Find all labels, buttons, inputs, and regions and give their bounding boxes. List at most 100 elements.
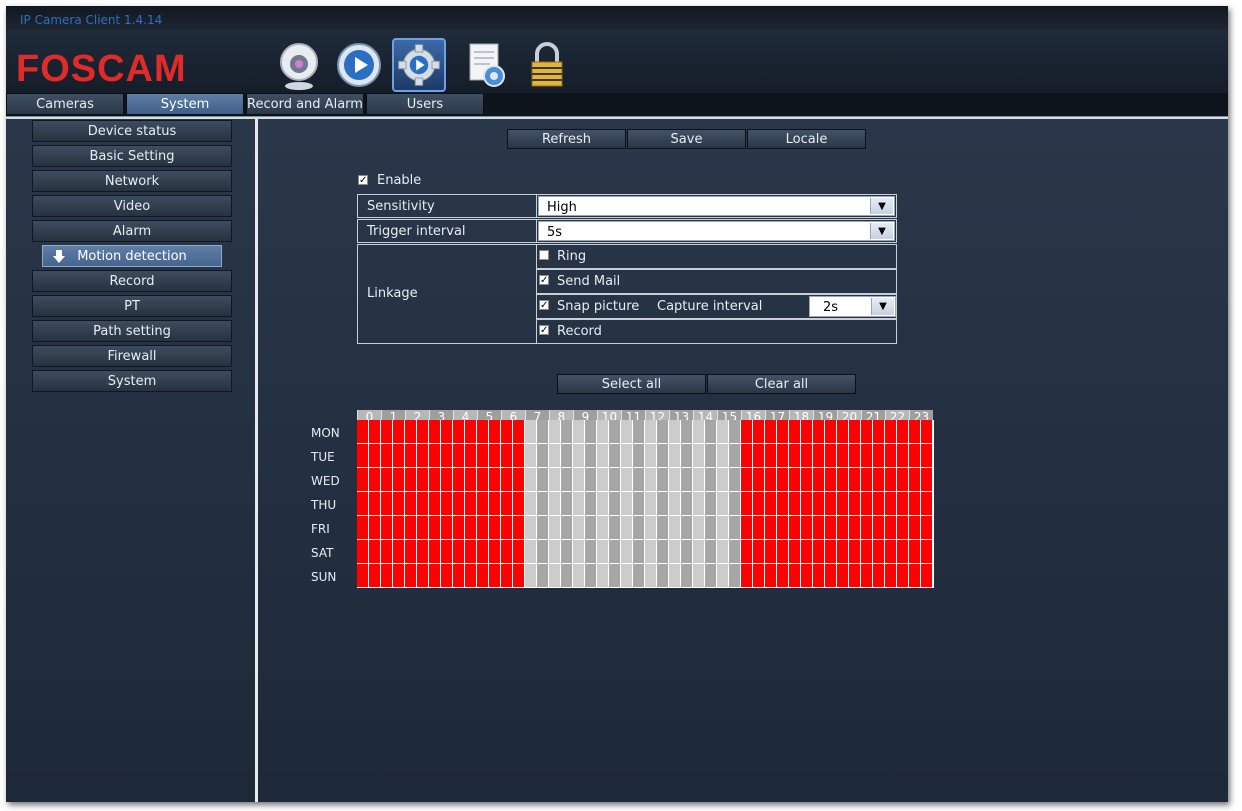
schedule-cell[interactable] xyxy=(825,444,836,467)
schedule-cell[interactable] xyxy=(693,492,704,515)
schedule-cell[interactable] xyxy=(441,516,452,539)
schedule-cell[interactable] xyxy=(405,516,416,539)
schedule-cell[interactable] xyxy=(465,540,476,563)
schedule-cell[interactable] xyxy=(489,492,500,515)
schedule-cell[interactable] xyxy=(765,540,776,563)
schedule-cell[interactable] xyxy=(525,540,536,563)
schedule-cell[interactable] xyxy=(909,444,920,467)
schedule-cell[interactable] xyxy=(573,468,584,491)
schedule-cell[interactable] xyxy=(381,444,392,467)
schedule-cell[interactable] xyxy=(441,444,452,467)
schedule-cell[interactable] xyxy=(753,564,764,587)
schedule-cell[interactable] xyxy=(645,540,656,563)
schedule-cell[interactable] xyxy=(489,468,500,491)
sidebar-item-pt[interactable]: PT xyxy=(32,295,232,317)
schedule-cell[interactable] xyxy=(861,516,872,539)
schedule-cell[interactable] xyxy=(405,492,416,515)
schedule-cell[interactable] xyxy=(441,492,452,515)
schedule-cell[interactable] xyxy=(657,444,668,467)
schedule-cell[interactable] xyxy=(741,492,752,515)
schedule-cell[interactable] xyxy=(585,420,596,443)
schedule-cell[interactable] xyxy=(477,540,488,563)
schedule-cell[interactable] xyxy=(621,564,632,587)
schedule-cell[interactable] xyxy=(873,564,884,587)
schedule-cell[interactable] xyxy=(621,516,632,539)
schedule-cell[interactable] xyxy=(537,492,548,515)
schedule-cell[interactable] xyxy=(837,564,848,587)
schedule-cell[interactable] xyxy=(453,564,464,587)
playback-icon[interactable] xyxy=(332,38,386,92)
schedule-cell[interactable] xyxy=(801,444,812,467)
schedule-cell[interactable] xyxy=(621,492,632,515)
schedule-cell[interactable] xyxy=(513,492,524,515)
schedule-cell[interactable] xyxy=(909,564,920,587)
schedule-cell[interactable] xyxy=(513,420,524,443)
schedule-cell[interactable] xyxy=(741,540,752,563)
schedule-cell[interactable] xyxy=(477,492,488,515)
schedule-cell[interactable] xyxy=(849,540,860,563)
schedule-cell[interactable] xyxy=(837,516,848,539)
schedule-cell[interactable] xyxy=(369,444,380,467)
schedule-cell[interactable] xyxy=(789,564,800,587)
schedule-cell[interactable] xyxy=(537,540,548,563)
schedule-cell[interactable] xyxy=(669,540,680,563)
capture-interval-select[interactable]: 2s ▼ xyxy=(809,296,896,317)
schedule-cell[interactable] xyxy=(909,468,920,491)
schedule-cell[interactable] xyxy=(405,420,416,443)
sidebar-item-path-setting[interactable]: Path setting xyxy=(32,320,232,342)
schedule-cell[interactable] xyxy=(501,468,512,491)
schedule-cell[interactable] xyxy=(837,540,848,563)
schedule-cell[interactable] xyxy=(429,564,440,587)
schedule-cell[interactable] xyxy=(573,516,584,539)
locale-button[interactable]: Locale xyxy=(747,129,866,149)
schedule-cell[interactable] xyxy=(825,564,836,587)
schedule-cell[interactable] xyxy=(669,444,680,467)
schedule-cell[interactable] xyxy=(717,540,728,563)
record-checkbox[interactable]: ✓ xyxy=(539,325,549,336)
schedule-cell[interactable] xyxy=(909,492,920,515)
schedule-cell[interactable] xyxy=(609,540,620,563)
schedule-cell[interactable] xyxy=(561,444,572,467)
schedule-cell[interactable] xyxy=(765,516,776,539)
schedule-cell[interactable] xyxy=(657,516,668,539)
snap-picture-checkbox[interactable]: ✓ xyxy=(539,300,549,311)
schedule-cell[interactable] xyxy=(753,492,764,515)
schedule-cell[interactable] xyxy=(825,420,836,443)
schedule-cell[interactable] xyxy=(777,444,788,467)
schedule-cell[interactable] xyxy=(717,516,728,539)
schedule-cell[interactable] xyxy=(741,420,752,443)
schedule-cell[interactable] xyxy=(369,564,380,587)
schedule-cell[interactable] xyxy=(417,492,428,515)
schedule-cell[interactable] xyxy=(753,468,764,491)
schedule-cell[interactable] xyxy=(369,540,380,563)
schedule-cell[interactable] xyxy=(741,468,752,491)
schedule-cell[interactable] xyxy=(429,420,440,443)
schedule-cell[interactable] xyxy=(357,468,368,491)
schedule-cell[interactable] xyxy=(549,492,560,515)
schedule-cell[interactable] xyxy=(465,516,476,539)
schedule-cell[interactable] xyxy=(429,492,440,515)
select-all-button[interactable]: Select all xyxy=(557,374,706,394)
schedule-cell[interactable] xyxy=(885,420,896,443)
schedule-cell[interactable] xyxy=(789,468,800,491)
schedule-cell[interactable] xyxy=(717,420,728,443)
schedule-cell[interactable] xyxy=(681,540,692,563)
schedule-cell[interactable] xyxy=(465,468,476,491)
schedule-cell[interactable] xyxy=(381,564,392,587)
tab-record-and-alarm[interactable]: Record and Alarm xyxy=(246,93,364,115)
schedule-cell[interactable] xyxy=(633,516,644,539)
schedule-cell[interactable] xyxy=(861,468,872,491)
schedule-cell[interactable] xyxy=(837,420,848,443)
schedule-cell[interactable] xyxy=(645,516,656,539)
schedule-cell[interactable] xyxy=(549,468,560,491)
chevron-down-icon[interactable]: ▼ xyxy=(870,223,893,239)
sidebar-subitem-motion-detection[interactable]: Motion detection xyxy=(42,245,222,267)
schedule-cell[interactable] xyxy=(849,516,860,539)
schedule-cell[interactable] xyxy=(885,540,896,563)
schedule-cell[interactable] xyxy=(705,492,716,515)
schedule-cell[interactable] xyxy=(489,444,500,467)
schedule-cell[interactable] xyxy=(633,420,644,443)
schedule-cell[interactable] xyxy=(645,564,656,587)
schedule-cell[interactable] xyxy=(753,420,764,443)
schedule-cell[interactable] xyxy=(717,468,728,491)
